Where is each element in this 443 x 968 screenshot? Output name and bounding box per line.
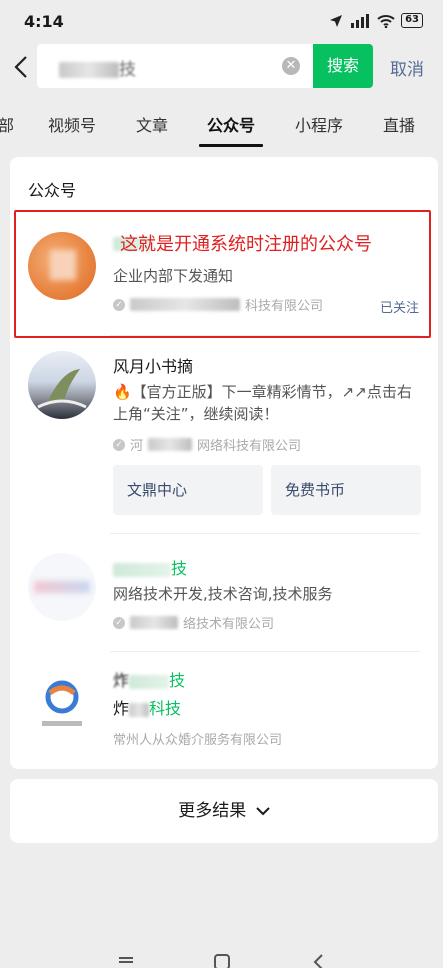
status-icons: 63 <box>329 13 423 28</box>
section-title: 公众号 <box>28 181 77 200</box>
home-icon[interactable] <box>214 954 230 968</box>
blurred-text <box>59 62 119 78</box>
menu-button[interactable]: 免费书币 <box>271 465 421 515</box>
tab-official-accounts[interactable]: 公众号 <box>207 112 255 136</box>
search-button[interactable]: 搜索 <box>313 44 373 88</box>
account-subtitle: 炸科技 <box>113 699 182 718</box>
account-name: 风月小书摘 <box>113 357 194 376</box>
tab-mini-programs[interactable]: 小程序 <box>295 112 343 136</box>
menu-icon[interactable] <box>118 956 134 966</box>
blurred-text <box>129 702 150 717</box>
account-description: 网络技术开发,技术咨询,技术服务 <box>113 585 333 603</box>
account-company: ✓ 络技术有限公司 <box>113 613 274 632</box>
menu-button[interactable]: 文鼎中心 <box>113 465 263 515</box>
system-nav-bar <box>0 948 443 968</box>
verified-icon: ✓ <box>113 616 125 629</box>
search-query: 技 <box>59 55 136 80</box>
more-results-button[interactable]: 更多结果 <box>10 779 438 843</box>
tab-partial[interactable]: 部 <box>0 112 14 136</box>
tab-channels[interactable]: 视频号 <box>48 112 96 136</box>
blurred-text <box>113 562 171 577</box>
account-avatar <box>28 553 96 621</box>
tab-articles[interactable]: 文章 <box>136 112 168 136</box>
account-company: 常州人从众婚介服务有限公司 <box>113 733 283 748</box>
battery-indicator: 63 <box>401 13 423 28</box>
result-item[interactable]: 技 网络技术开发,技术咨询,技术服务 ✓ 络技术有限公司 <box>10 535 438 645</box>
category-tabs: 部 视频号 文章 公众号 小程序 直播 <box>0 104 443 148</box>
account-avatar <box>28 669 96 737</box>
signal-icon <box>351 13 370 28</box>
account-avatar <box>28 351 96 419</box>
blurred-text <box>129 674 170 689</box>
account-name: 技 <box>113 555 187 579</box>
divider <box>110 651 420 652</box>
annotation-text: 这就是开通系统时注册的公众号 <box>120 234 372 255</box>
chevron-down-icon <box>255 807 270 816</box>
result-item[interactable]: 炸技 炸科技 常州人从众婚介服务有限公司 <box>10 653 438 763</box>
back-icon[interactable] <box>312 954 324 968</box>
result-item[interactable]: 风月小书摘 🔥【官方正版】下一章精彩情节，↗↗点击右上角“关注”，继续阅读！ ✓… <box>10 337 438 527</box>
status-bar: 4:14 63 <box>0 0 443 44</box>
account-name: 炸技 <box>113 671 186 690</box>
search-bar: 技 ✕ 搜索 取消 <box>0 44 443 90</box>
tab-live[interactable]: 直播 <box>383 112 415 136</box>
account-company: ✓ 河 网络科技有限公司 <box>113 435 301 454</box>
book-leaf-icon <box>37 369 87 409</box>
clear-icon[interactable]: ✕ <box>282 57 300 75</box>
account-description: 🔥【官方正版】下一章精彩情节，↗↗点击右上角“关注”，继续阅读！ <box>113 383 412 423</box>
blurred-text <box>130 616 178 629</box>
verified-icon: ✓ <box>113 438 125 451</box>
wifi-icon <box>377 14 395 28</box>
search-input[interactable]: 技 ✕ <box>37 44 313 88</box>
status-time: 4:14 <box>24 12 64 31</box>
cancel-button[interactable]: 取消 <box>390 55 424 80</box>
divider <box>110 533 420 534</box>
blurred-text <box>148 438 193 451</box>
active-tab-indicator <box>199 144 263 147</box>
back-arrow-icon[interactable] <box>12 53 32 81</box>
location-icon <box>330 14 343 27</box>
logo-icon <box>42 680 82 726</box>
